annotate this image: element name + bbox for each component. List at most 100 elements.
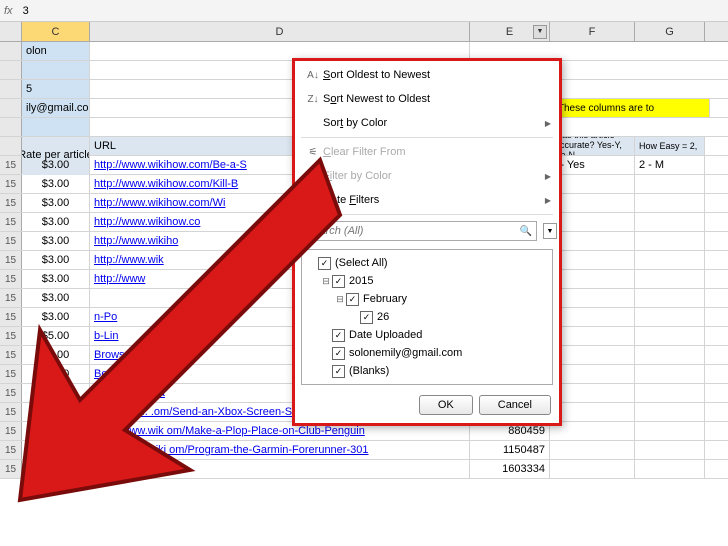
cell-header-easy[interactable]: How Easy = 2, [635, 137, 705, 155]
cell-accurate[interactable] [550, 232, 635, 250]
cell-accurate[interactable] [550, 460, 635, 478]
cell-accurate[interactable] [550, 251, 635, 269]
checkbox-icon[interactable]: ✓ [332, 329, 345, 342]
formula-input[interactable] [21, 3, 724, 19]
row-number[interactable] [0, 99, 22, 117]
cell-easy[interactable] [635, 308, 705, 326]
cell-rate[interactable]: $3.00 [22, 232, 90, 250]
row-number[interactable]: 15 [0, 441, 22, 459]
cell-rate[interactable]: $3.00 [22, 384, 90, 402]
cell-rate[interactable]: $3.00 [22, 251, 90, 269]
cell-accurate[interactable] [550, 422, 635, 440]
tree-blanks[interactable]: ✓ (Blanks) [306, 362, 548, 380]
cell-accurate[interactable] [550, 327, 635, 345]
cell-articleid[interactable]: 1150487 [470, 441, 550, 459]
cell-easy[interactable] [635, 384, 705, 402]
cell[interactable]: olon [22, 42, 90, 60]
cell-rate[interactable]: $3.00 [22, 460, 90, 478]
collapse-icon[interactable]: ⊟ [334, 294, 346, 305]
cell-rate[interactable]: $5.00 [22, 327, 90, 345]
cell[interactable] [22, 61, 90, 79]
cell-easy[interactable] [635, 441, 705, 459]
row-number[interactable] [0, 61, 22, 79]
sort-by-color[interactable]: Sort by Color ▶ [297, 111, 557, 135]
cell-accurate[interactable]: Y- Yes [550, 156, 635, 174]
cell[interactable]: 5 [22, 80, 90, 98]
ok-button[interactable]: OK [419, 395, 473, 415]
tree-email[interactable]: ✓ solonemily@gmail.com [306, 344, 548, 362]
filter-search-box[interactable]: 🔍 [301, 221, 537, 241]
col-header-g[interactable]: G [635, 22, 705, 41]
cell-easy[interactable] [635, 213, 705, 231]
tree-year[interactable]: ⊟ ✓ 2015 [306, 272, 548, 290]
cell-rate[interactable]: $5.00 [22, 346, 90, 364]
cell-accurate[interactable] [550, 175, 635, 193]
cell-articleid[interactable]: 1603334 [470, 460, 550, 478]
tree-day[interactable]: ✓ 26 [306, 308, 548, 326]
cell-easy[interactable] [635, 270, 705, 288]
cell-rate[interactable]: $3.00 [22, 441, 90, 459]
cell-easy[interactable]: 2 - M [635, 156, 705, 174]
checkbox-icon[interactable]: ✓ [346, 293, 359, 306]
cell-easy[interactable] [635, 289, 705, 307]
checkbox-icon[interactable]: ✓ [332, 275, 345, 288]
row-number[interactable] [0, 42, 22, 60]
cell-accurate[interactable] [550, 403, 635, 421]
cell-accurate[interactable] [550, 346, 635, 364]
row-number[interactable]: 15 [0, 346, 22, 364]
cell-easy[interactable] [635, 422, 705, 440]
date-filters[interactable]: Date Filters ▶ [297, 188, 557, 212]
cell-rate[interactable]: $3.00 [22, 422, 90, 440]
cancel-button[interactable]: Cancel [479, 395, 551, 415]
cell-header-accurate[interactable]: Was this article Accurate? Yes-Y, No-N [550, 137, 635, 155]
cell-accurate[interactable] [550, 289, 635, 307]
cell-easy[interactable] [635, 232, 705, 250]
cell-url[interactable]: Your-iPod-Nan [90, 460, 470, 478]
cell-rate[interactable]: $3.00 [22, 289, 90, 307]
cell-yellow-note[interactable]: *These columns are to [550, 99, 710, 117]
row-number[interactable]: 15 [0, 422, 22, 440]
cell[interactable]: ily@gmail.com [22, 99, 90, 117]
row-number[interactable]: 15 [0, 308, 22, 326]
tree-select-all[interactable]: ✓ (Select All) [306, 254, 548, 272]
cell[interactable] [22, 118, 90, 136]
row-number[interactable]: 15 [0, 460, 22, 478]
cell-accurate[interactable] [550, 384, 635, 402]
cell-url[interactable]: http://www.wiki om/Program-the-Garmin-Fo… [90, 441, 470, 459]
cell-rate[interactable]: $3.00 [22, 175, 90, 193]
cell-accurate[interactable] [550, 365, 635, 383]
row-number[interactable]: 15 [0, 194, 22, 212]
row-number[interactable]: 15 [0, 213, 22, 231]
cell-easy[interactable] [635, 327, 705, 345]
row-number[interactable]: 15 [0, 175, 22, 193]
cell-rate[interactable]: $3.00 [22, 270, 90, 288]
row-number[interactable] [0, 137, 22, 155]
checkbox-icon[interactable]: ✓ [332, 347, 345, 360]
row-number[interactable]: 15 [0, 403, 22, 421]
row-number[interactable]: 15 [0, 251, 22, 269]
cell-rate[interactable]: $3.00 [22, 194, 90, 212]
filter-search-input[interactable] [306, 225, 520, 237]
cell-rate[interactable]: $3.00 [22, 403, 90, 421]
cell-easy[interactable] [635, 175, 705, 193]
tree-month[interactable]: ⊟ ✓ February [306, 290, 548, 308]
select-all-corner[interactable] [0, 22, 22, 41]
cell-easy[interactable] [635, 251, 705, 269]
filter-dropdown-icon[interactable]: ▼ [533, 25, 547, 39]
row-number[interactable]: 15 [0, 384, 22, 402]
cell-accurate[interactable] [550, 213, 635, 231]
row-number[interactable]: 15 [0, 156, 22, 174]
checkbox-icon[interactable]: ✓ [360, 311, 373, 324]
row-number[interactable] [0, 80, 22, 98]
sort-newest-oldest[interactable]: Z↓ Sort Newest to Oldest [297, 87, 557, 111]
checkbox-icon[interactable]: ✓ [318, 257, 331, 270]
cell-easy[interactable] [635, 365, 705, 383]
cell-easy[interactable] [635, 403, 705, 421]
row-number[interactable] [0, 118, 22, 136]
col-header-d[interactable]: D [90, 22, 470, 41]
sort-oldest-newest[interactable]: A↓ Sort Oldest to Newest [297, 63, 557, 87]
row-number[interactable]: 15 [0, 327, 22, 345]
cell-easy[interactable] [635, 194, 705, 212]
cell-easy[interactable] [635, 346, 705, 364]
cell-accurate[interactable] [550, 308, 635, 326]
